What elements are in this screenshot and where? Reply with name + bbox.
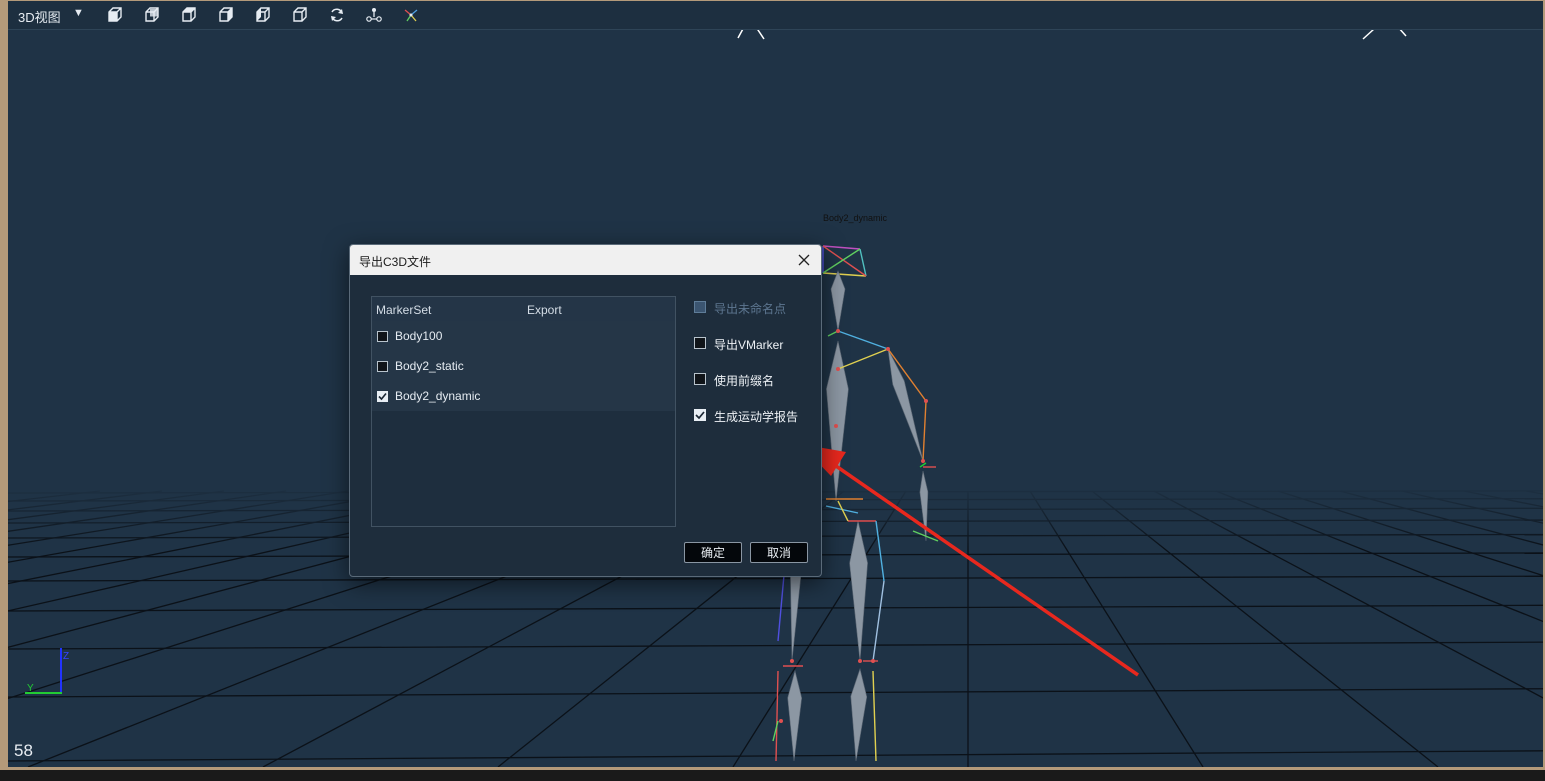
- option-checkbox[interactable]: [694, 301, 706, 313]
- option-label: 生成运动学报告: [714, 410, 799, 424]
- caret-down-icon[interactable]: ▼: [73, 7, 84, 19]
- dialog-title: 导出C3D文件: [359, 255, 432, 269]
- top-view-button[interactable]: [252, 5, 274, 25]
- left-view-button[interactable]: [178, 5, 200, 25]
- skeleton-icon: [404, 9, 418, 22]
- reset-view-button[interactable]: [326, 5, 348, 25]
- ok-button[interactable]: 确定: [684, 542, 742, 563]
- frame-counter: 58: [14, 741, 33, 760]
- option-checkbox[interactable]: [694, 337, 706, 349]
- close-icon: [798, 254, 810, 266]
- option-generate-kinematics-report[interactable]: 生成运动学报告: [694, 406, 814, 426]
- option-use-prefix-name[interactable]: 使用前缀名: [694, 370, 814, 390]
- option-label: 使用前缀名: [714, 374, 775, 388]
- status-bar: [0, 770, 1545, 781]
- checkmark-icon: [378, 392, 387, 401]
- table-header: MarkerSet Export: [372, 297, 675, 321]
- markerset-row-body100[interactable]: Body100: [372, 321, 675, 351]
- option-export-unnamed-points[interactable]: 导出未命名点: [694, 298, 814, 318]
- markerset-name: Body2_static: [395, 359, 464, 373]
- option-export-vmarker[interactable]: 导出VMarker: [694, 334, 814, 354]
- bottom-view-button[interactable]: [289, 5, 311, 25]
- viewport-toolbar: 3D视图 ▼: [8, 1, 1543, 30]
- cube-bottom-icon: [293, 7, 307, 22]
- export-checkbox[interactable]: [377, 331, 388, 342]
- export-checkbox[interactable]: [377, 361, 388, 372]
- skeleton-label: Body2_dynamic: [823, 213, 888, 223]
- front-view-button[interactable]: [104, 5, 126, 25]
- cancel-button[interactable]: 取消: [750, 542, 808, 563]
- refresh-icon: [331, 8, 343, 22]
- option-label: 导出VMarker: [714, 338, 784, 352]
- column-header-export: Export: [527, 303, 562, 317]
- option-label: 导出未命名点: [714, 302, 787, 316]
- close-button[interactable]: [793, 249, 815, 271]
- markerset-name: Body2_dynamic: [395, 389, 481, 403]
- cube-top-icon: [256, 7, 270, 22]
- axis-y-label: Y: [27, 683, 34, 694]
- markerset-name: Body100: [395, 329, 443, 343]
- option-checkbox[interactable]: [694, 409, 706, 421]
- cube-left-icon: [182, 7, 196, 22]
- tracking-view-button[interactable]: [363, 5, 385, 25]
- tracking-icon: [366, 8, 382, 22]
- skeleton-view-button[interactable]: [400, 5, 422, 25]
- markerset-row-body2-dynamic[interactable]: Body2_dynamic: [372, 381, 675, 411]
- column-header-markerset: MarkerSet: [376, 303, 432, 317]
- dialog-titlebar[interactable]: 导出C3D文件: [350, 245, 821, 275]
- markerset-table: MarkerSet Export Body100 Body2_static Bo…: [371, 296, 676, 527]
- checkmark-icon: [695, 411, 705, 420]
- back-view-button[interactable]: [141, 5, 163, 25]
- export-c3d-dialog: 导出C3D文件 MarkerSet Export Body100 Body2_s…: [349, 244, 822, 577]
- view-mode-label: 3D视图: [18, 10, 61, 25]
- right-view-button[interactable]: [215, 5, 237, 25]
- cube-front-icon: [108, 7, 122, 22]
- export-checkbox[interactable]: [377, 391, 388, 402]
- markerset-row-body2-static[interactable]: Body2_static: [372, 351, 675, 381]
- axis-z-label: Z: [63, 651, 69, 662]
- cube-right-icon: [219, 7, 233, 22]
- option-checkbox[interactable]: [694, 373, 706, 385]
- axis-gizmo: Z Y: [25, 648, 69, 694]
- cube-back-icon: [145, 7, 159, 22]
